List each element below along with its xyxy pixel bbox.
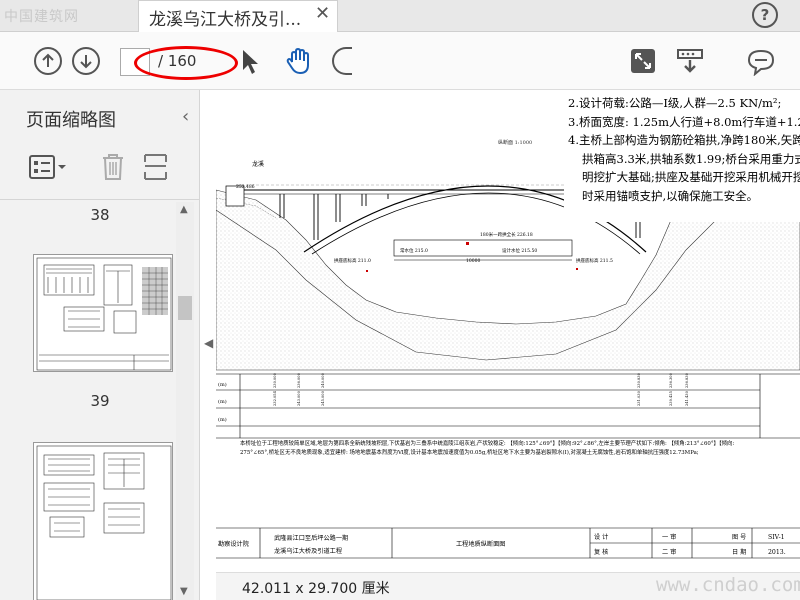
- zoom-out-button[interactable]: [332, 47, 352, 75]
- mid-length: 10000: [466, 258, 480, 264]
- table-value: 245.000: [321, 390, 325, 406]
- note-line: 2.设计荷载:公路—Ⅰ级,人群—2.5 KN/m²;: [568, 96, 782, 110]
- table-value: 239.425: [669, 390, 673, 406]
- fit-screen-button[interactable]: [630, 48, 656, 78]
- thumbnail-page-number: 39: [90, 392, 110, 410]
- expand-icon: [631, 49, 655, 73]
- note-line: 3.桥面宽度: 1.25m人行道+8.0m行车道+1.25m人行道。: [568, 114, 800, 129]
- scroll-mode-button[interactable]: [676, 48, 704, 78]
- cursor-arrow-icon: [243, 50, 258, 74]
- comment-button[interactable]: [746, 48, 776, 80]
- titleblock-date: 2013.: [768, 549, 786, 556]
- pdf-viewer-window: 中国建筑网 龙溪乌江大桥及引... ✕ ? / 160 页面缩略图 ‹ 38 3…: [0, 0, 800, 600]
- tab-close-icon[interactable]: ✕: [315, 3, 330, 24]
- tab-title: 龙溪乌江大桥及引...: [149, 10, 302, 30]
- note-line: 时采用锚喷支护,以确保施工安全。: [582, 188, 759, 203]
- watermark-bottom: www.cndao.com: [656, 574, 800, 596]
- table-value: 236.300: [669, 372, 673, 388]
- titleblock-review: 复 核: [594, 548, 608, 556]
- titleblock-design: 设 计: [594, 533, 608, 541]
- thumbnail-page-number: 38: [90, 206, 110, 224]
- document-view[interactable]: 纵断面 1:1000 龙溪 252.486 180米一跨拱全长 226.18 常…: [216, 90, 800, 600]
- titleblock-check-2: 二 审: [662, 548, 676, 556]
- row-label-2: (m): [218, 398, 227, 405]
- panel-toolbar: [0, 140, 200, 200]
- table-value: 241.430: [685, 390, 689, 406]
- arch-length-label: 180米一跨拱全长 226.18: [480, 231, 533, 238]
- titleblock-project-1: 武隆县江口至后坪公路一期: [274, 534, 348, 542]
- water-level-right: 设计水位 215.50: [502, 247, 537, 254]
- base-right-label: 拱座底标高 211.5: [576, 257, 613, 264]
- thumbnail-page-39[interactable]: [33, 254, 173, 372]
- arrow-down-icon: [80, 55, 92, 69]
- water-level-left: 常水位 215.0: [400, 247, 428, 254]
- toolbar: / 160: [0, 32, 800, 90]
- design-notes-overlay: 2.设计荷载:公路—Ⅰ级,人群—2.5 KN/m²; 3.桥面宽度: 1.25m…: [564, 90, 800, 222]
- geology-note-2: 275°∠65°,桥址区无不良地质现象,适宜建桥: 场地地震基本烈度为Ⅵ度,设计…: [240, 450, 699, 456]
- arrow-up-icon: [42, 53, 54, 67]
- left-end-label: 龙溪: [252, 160, 264, 168]
- table-value: 231.030: [637, 390, 641, 406]
- watermark-top: 中国建筑网: [4, 9, 79, 25]
- panel-collapse-icon[interactable]: ‹: [182, 106, 189, 127]
- speech-bubble-icon: [747, 49, 775, 77]
- download-tray-icon: [677, 49, 703, 73]
- row-label-1: (m): [218, 381, 227, 388]
- titleblock-drawing-name: 工程地质纵断面图: [456, 540, 506, 548]
- hand-icon: [286, 47, 309, 75]
- base-left-label: 拱座底标高 211.0: [334, 257, 371, 264]
- hand-tool-button[interactable]: [284, 46, 314, 80]
- table-value: 243.000: [297, 390, 301, 406]
- table-value: 232.054: [273, 390, 277, 406]
- next-page-button[interactable]: [72, 47, 100, 75]
- titleblock-project-2: 龙溪乌江大桥及引道工程: [274, 547, 342, 555]
- insert-page-icon[interactable]: [142, 152, 170, 182]
- scroll-down-icon[interactable]: ▼: [180, 586, 188, 597]
- row-label-3: (m): [218, 416, 227, 423]
- panel-title: 页面缩略图: [26, 110, 116, 131]
- table-value: 240.000: [321, 372, 325, 388]
- tab-bar: 中国建筑网 龙溪乌江大桥及引... ✕ ?: [0, 0, 800, 32]
- titleblock-date-label: 日 期: [732, 548, 746, 556]
- titleblock-fig-label: 图 号: [732, 534, 746, 541]
- thumbnail-drawing: [36, 257, 172, 371]
- note-line: 明挖扩大基础;拱座及基础开挖采用机械开挖,开挖后应及: [582, 170, 800, 184]
- thumbnail-panel: 页面缩略图 ‹ 38 39 ▲ ▼: [0, 90, 200, 600]
- geology-note-1: 本桥址位于工程地质较简单区域,地层为第四系全新统残坡积层,下伏基岩为三叠系中统嘉…: [240, 441, 735, 447]
- delete-page-icon[interactable]: [100, 152, 126, 182]
- note-line: 拱箱高3.3米,拱轴系数1.99;桥台采用重力式U型桥台,: [582, 151, 800, 166]
- thumbnail-page-40[interactable]: [33, 442, 173, 600]
- thumbnail-list[interactable]: 38 39: [0, 202, 196, 600]
- panel-toggle-arrow-icon[interactable]: ◀: [204, 336, 213, 350]
- titleblock-org: 勘察设计院: [218, 540, 249, 548]
- document-size: 42.011 x 29.700 厘米: [242, 581, 390, 597]
- help-button[interactable]: ?: [752, 2, 778, 28]
- note-line: 4.主桥上部构造为钢筋砼箱拱,净跨180米,矢跨比1/6.0,: [568, 133, 800, 147]
- table-value: 236.000: [297, 372, 301, 388]
- previous-page-button[interactable]: [34, 47, 62, 75]
- section-title: 纵断面 1:1000: [498, 139, 532, 146]
- thumbnail-scrollbar[interactable]: ▲ ▼: [176, 202, 194, 600]
- document-tab[interactable]: 龙溪乌江大桥及引... ✕: [138, 0, 338, 32]
- titleblock-check-1: 一 审: [662, 533, 676, 541]
- table-value: 230.830: [637, 372, 641, 388]
- select-tool-button[interactable]: [240, 48, 262, 80]
- scroll-up-icon[interactable]: ▲: [180, 204, 188, 215]
- thumbnail-options-icon[interactable]: [28, 154, 68, 180]
- table-value: 230.000: [273, 372, 277, 388]
- red-annotation-circle: [134, 46, 238, 80]
- table-value: 236.830: [685, 372, 689, 388]
- left-elevation: 252.486: [236, 184, 255, 190]
- scrollbar-thumb[interactable]: [178, 296, 192, 320]
- thumbnail-drawing: [36, 445, 172, 600]
- titleblock-fig-no: SIV-1: [768, 534, 785, 541]
